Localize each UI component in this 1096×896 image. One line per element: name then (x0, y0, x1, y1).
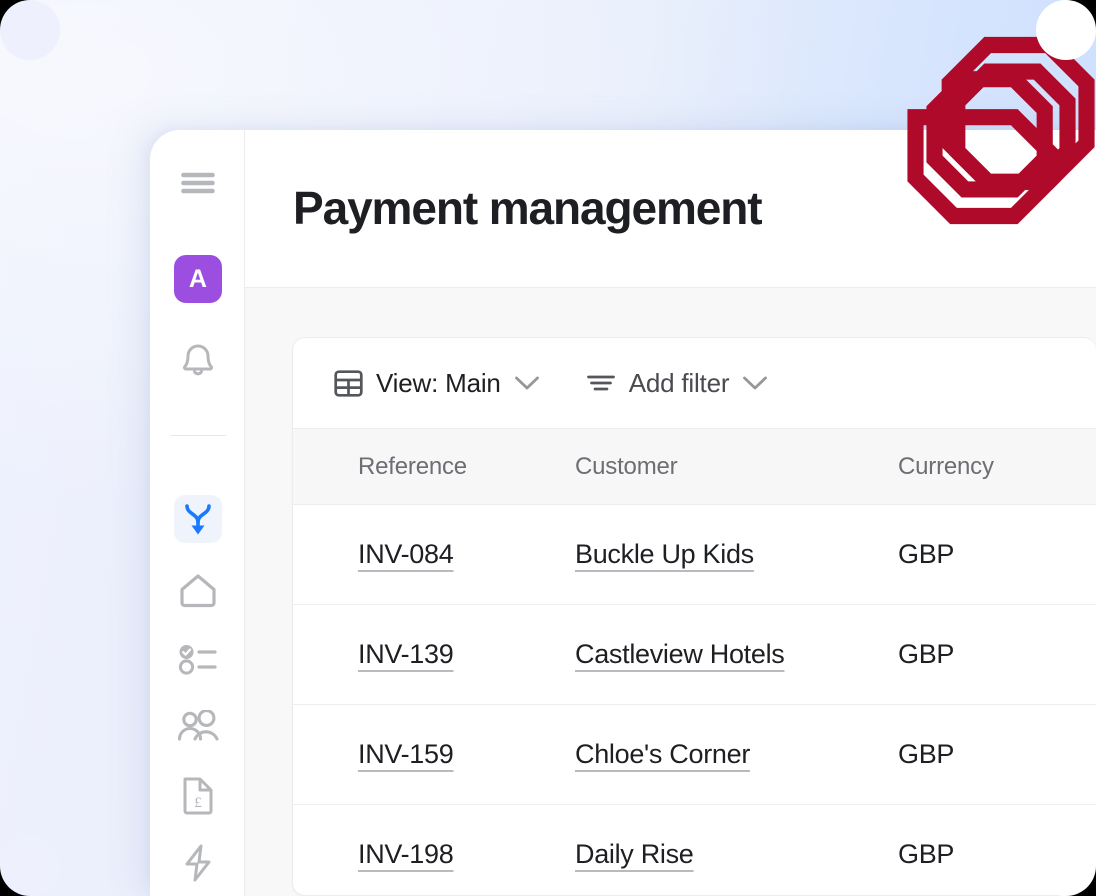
table-body: INV-084 Buckle Up Kids GBP INV-139 Castl… (293, 504, 1096, 895)
cell-customer: Buckle Up Kids (548, 504, 878, 605)
cell-currency: GBP (878, 504, 1096, 605)
screenshot-stage: A £ Payment management View: Main Add fi… (0, 0, 1096, 896)
table-header-row: Reference Customer Currency (293, 428, 1096, 505)
view-selector-label: View: Main (376, 367, 501, 398)
cell-customer: Castleview Hotels (548, 604, 878, 705)
cell-reference: INV-084 (293, 504, 548, 605)
table-row[interactable]: INV-084 Buckle Up Kids GBP (293, 504, 1096, 605)
cell-customer: Chloe's Corner (548, 704, 878, 805)
customer-link[interactable]: Daily Rise (575, 839, 694, 869)
svg-text:£: £ (194, 795, 202, 811)
people-icon (177, 710, 219, 744)
cell-reference: INV-139 (293, 604, 548, 705)
column-header-reference[interactable]: Reference (293, 428, 548, 505)
customer-link[interactable]: Castleview Hotels (575, 639, 785, 669)
sidebar-item-invoices[interactable]: £ (174, 771, 222, 819)
payments-table-panel: View: Main Add filter Reference Customer… (292, 337, 1096, 896)
sidebar-item-customers[interactable] (174, 703, 222, 751)
chevron-down-icon (742, 375, 768, 391)
flow-merge-arrow-icon (182, 502, 214, 536)
sidebar-item-home[interactable] (174, 567, 222, 615)
payments-table: Reference Customer Currency INV-084 Buck… (293, 428, 1096, 895)
sidebar-item-tasks[interactable] (174, 635, 222, 683)
reference-link[interactable]: INV-084 (358, 539, 454, 569)
app-window: A £ Payment management View: Main Add fi… (150, 130, 1096, 896)
table-row[interactable]: INV-159 Chloe's Corner GBP (293, 704, 1096, 805)
cell-reference: INV-198 (293, 804, 548, 895)
interlocking-octagon-logo (906, 33, 1096, 228)
table-grid-icon (334, 369, 363, 397)
column-header-customer[interactable]: Customer (548, 428, 878, 505)
filter-lines-icon (586, 373, 616, 393)
corner-mask-bottom-left (0, 836, 60, 896)
sidebar-item-notifications[interactable] (174, 335, 222, 383)
hamburger-menu-icon (181, 171, 215, 195)
sidebar-item-menu-toggle[interactable] (174, 159, 222, 207)
document-pound-icon: £ (181, 775, 215, 815)
main-pane: Payment management View: Main Add filter… (245, 130, 1096, 896)
avatar-initial: A (188, 264, 208, 293)
column-header-currency[interactable]: Currency (878, 428, 1096, 505)
avatar: A (174, 255, 222, 303)
reference-link[interactable]: INV-139 (358, 639, 454, 669)
cell-currency: GBP (878, 604, 1096, 705)
bell-icon (180, 340, 216, 378)
reference-link[interactable]: INV-159 (358, 739, 454, 769)
sidebar-item-automations[interactable] (174, 839, 222, 887)
customer-link[interactable]: Chloe's Corner (575, 739, 750, 769)
table-row[interactable]: INV-198 Daily Rise GBP (293, 804, 1096, 895)
sidebar-item-avatar[interactable]: A (174, 255, 222, 303)
table-toolbar: View: Main Add filter (293, 338, 1096, 428)
reference-link[interactable]: INV-198 (358, 839, 454, 869)
cell-customer: Daily Rise (548, 804, 878, 895)
content-area: View: Main Add filter Reference Customer… (245, 288, 1096, 896)
sidebar-divider (170, 435, 226, 436)
add-filter-label: Add filter (628, 367, 730, 398)
sidebar-rail: A £ (150, 130, 245, 896)
table-row[interactable]: INV-139 Castleview Hotels GBP (293, 604, 1096, 705)
home-icon (179, 573, 217, 609)
sidebar-item-payments-flow[interactable] (174, 495, 222, 543)
customer-link[interactable]: Buckle Up Kids (575, 539, 754, 569)
view-selector[interactable]: View: Main (334, 368, 540, 399)
cell-reference: INV-159 (293, 704, 548, 805)
page-title: Payment management (293, 182, 763, 235)
chevron-down-icon (514, 375, 540, 391)
cell-currency: GBP (878, 704, 1096, 805)
corner-mask-top-left (0, 0, 60, 60)
checklist-icon (178, 643, 218, 675)
corner-mask-top-right (1036, 0, 1096, 60)
corner-mask-bottom-right (1036, 836, 1096, 896)
add-filter-button[interactable]: Add filter (586, 368, 769, 399)
lightning-bolt-icon (182, 843, 214, 883)
